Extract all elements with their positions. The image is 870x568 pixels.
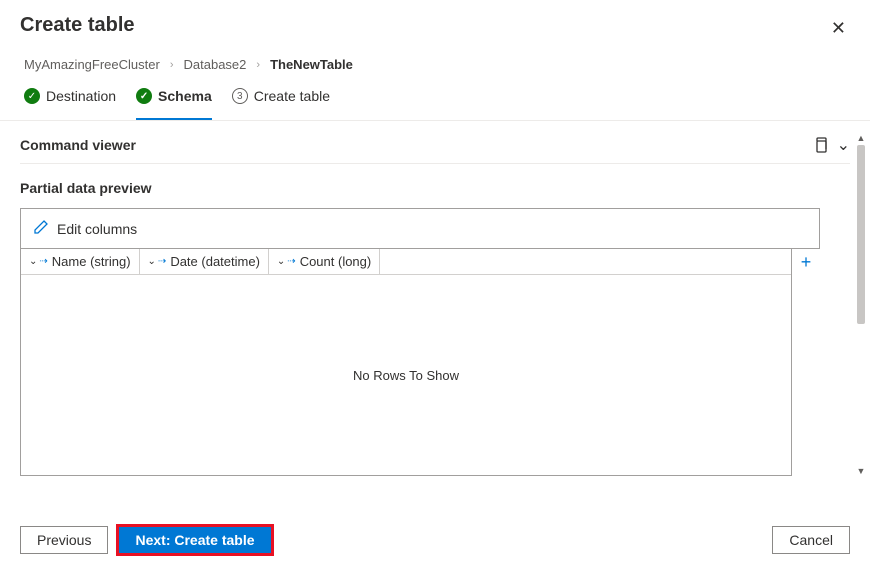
cancel-button[interactable]: Cancel [772,526,850,554]
edit-columns-label: Edit columns [57,221,137,237]
copy-button[interactable] [813,137,827,153]
chevron-down-icon: ⌄ [148,256,156,267]
add-column-button[interactable]: + [801,252,812,273]
column-header-name[interactable]: ⌄ ⇢ Name (string) [21,249,140,274]
type-icon: ⇢ [158,256,166,267]
chevron-down-icon: ⌄ [29,256,37,267]
previous-button[interactable]: Previous [20,526,108,554]
step-destination[interactable]: ✓ Destination [24,80,116,112]
check-icon: ✓ [136,88,152,104]
type-icon: ⇢ [39,256,47,267]
close-icon: ✕ [831,18,846,38]
scroll-thumb[interactable] [857,145,865,324]
scrollbar[interactable]: ▲ ▼ [856,133,866,476]
chevron-right-icon: › [170,59,174,71]
column-label: Date (datetime) [170,254,260,269]
type-icon: ⇢ [287,256,295,267]
column-label: Count (long) [300,254,372,269]
scroll-down-icon: ▼ [857,466,866,476]
grid-header-row: ⌄ ⇢ Name (string) ⌄ ⇢ Date (datetime) ⌄ … [21,249,791,275]
chevron-down-icon: ⌄ [837,135,850,155]
breadcrumb-cluster[interactable]: MyAmazingFreeCluster [24,57,160,72]
step-number-icon: 3 [232,88,248,104]
grid-empty-body: No Rows To Show [21,275,791,475]
column-header-count[interactable]: ⌄ ⇢ Count (long) [269,249,380,274]
step-create-table[interactable]: 3 Create table [232,80,330,112]
stepper: ✓ Destination ✓ Schema 3 Create table [0,80,870,121]
step-schema[interactable]: ✓ Schema [136,80,212,112]
step-label: Destination [46,88,116,104]
copy-icon [813,137,827,153]
expand-button[interactable]: ⌄ [837,135,850,155]
chevron-right-icon: › [256,59,260,71]
breadcrumb-table: TheNewTable [270,57,353,72]
column-label: Name (string) [52,254,131,269]
no-rows-text: No Rows To Show [353,368,459,383]
close-button[interactable]: ✕ [827,14,850,43]
breadcrumb: MyAmazingFreeCluster › Database2 › TheNe… [0,43,870,80]
next-create-table-button[interactable]: Next: Create table [118,526,271,554]
plus-icon: + [801,252,812,272]
check-icon: ✓ [24,88,40,104]
pencil-icon [33,219,49,238]
edit-columns-button[interactable]: Edit columns [20,208,820,249]
command-viewer-title: Command viewer [20,137,136,153]
step-label: Schema [158,88,212,104]
chevron-down-icon: ⌄ [277,256,285,267]
partial-data-preview-title: Partial data preview [20,180,850,196]
preview-grid: ⌄ ⇢ Name (string) ⌄ ⇢ Date (datetime) ⌄ … [20,248,792,476]
page-title: Create table [20,14,135,37]
step-label: Create table [254,88,330,104]
scroll-up-icon: ▲ [857,133,866,143]
breadcrumb-database[interactable]: Database2 [184,57,247,72]
column-header-date[interactable]: ⌄ ⇢ Date (datetime) [140,249,269,274]
